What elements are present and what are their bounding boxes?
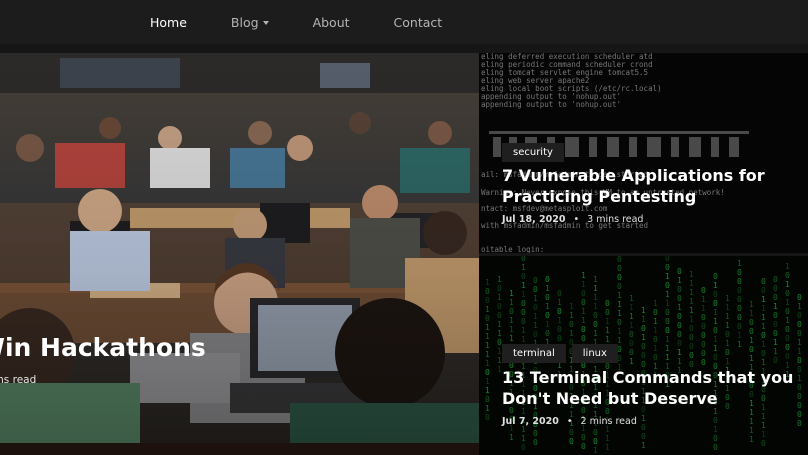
post-card-terminal-commands[interactable]: 1001011111011010101001101111101110000111… <box>479 256 808 455</box>
nav-blog-label: Blog <box>230 14 259 30</box>
post-meta: Jul 18, 2020 • 3 mins read <box>502 214 643 225</box>
post-date: Jul 18, 2020 <box>502 214 566 225</box>
meta-separator: • <box>566 416 573 427</box>
featured-post-card[interactable]: on How to Win Hackathons mins read <box>0 53 479 455</box>
post-card-pentesting[interactable]: eling deferred execution scheduler atd el… <box>479 53 808 253</box>
nav-home-link[interactable]: Home <box>150 15 187 30</box>
post-meta: Jul 7, 2020 • 2 mins read <box>502 416 637 427</box>
nav-links: Home Blog About Contact <box>150 0 486 44</box>
featured-overlay <box>0 53 479 455</box>
meta-separator: • <box>573 214 580 225</box>
nav-about-link[interactable]: About <box>313 15 350 30</box>
caret-down-icon <box>262 21 269 25</box>
post-date: Jul 7, 2020 <box>502 416 559 427</box>
featured-post-meta: mins read <box>0 374 37 386</box>
read-time: 2 mins read <box>580 416 637 427</box>
tag-list: security <box>502 143 570 162</box>
tag-terminal[interactable]: terminal <box>502 344 566 363</box>
nav-blog-dropdown[interactable]: Blog <box>231 15 269 30</box>
read-time: 3 mins read <box>587 214 644 225</box>
tag-list: terminal linux <box>502 344 624 363</box>
post-title[interactable]: 13 Terminal Commands that you Don't Need… <box>502 368 802 409</box>
tag-linux[interactable]: linux <box>571 344 618 363</box>
tag-security[interactable]: security <box>502 143 564 162</box>
nav-contact-link[interactable]: Contact <box>394 15 443 30</box>
navbar: Home Blog About Contact <box>0 0 808 44</box>
featured-post-title[interactable]: on How to Win Hackathons <box>0 333 206 362</box>
post-title[interactable]: 7 Vulnerable Applications for Practicing… <box>502 166 802 207</box>
